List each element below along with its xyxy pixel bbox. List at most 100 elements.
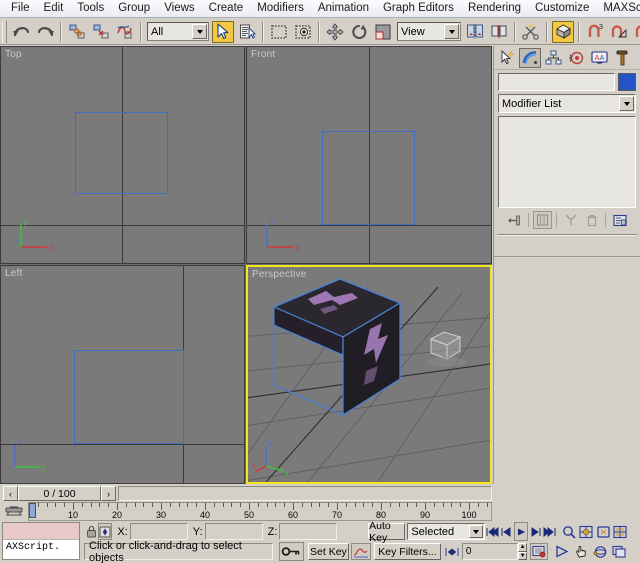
menu-item-modifiers[interactable]: Modifiers [250, 0, 311, 17]
configure-modifier-sets-icon[interactable] [610, 211, 629, 229]
select-and-rotate-icon[interactable] [348, 21, 370, 43]
remove-modifier-icon[interactable] [582, 211, 601, 229]
zoom-extents-icon[interactable] [595, 522, 612, 541]
make-unique-icon[interactable] [561, 211, 580, 229]
menu-item-edit[interactable]: Edit [37, 0, 71, 17]
mirror-icon[interactable] [464, 21, 486, 43]
coordinate-system-dropdown[interactable]: View [397, 22, 461, 41]
pin-stack-icon[interactable] [505, 211, 524, 229]
previous-frame-button[interactable] [500, 522, 514, 541]
maxscript-mini-listener[interactable]: AXScript. [2, 522, 80, 560]
toolbar-grip[interactable] [2, 21, 7, 43]
cmd-tab-display[interactable]: A A [588, 48, 610, 68]
window-crossing-icon[interactable] [292, 21, 314, 43]
field-of-view-icon[interactable] [553, 542, 572, 561]
ruler-tick [390, 503, 391, 507]
current-frame-field[interactable]: 0 [462, 543, 518, 560]
arc-rotate-icon[interactable] [591, 542, 610, 561]
open-mini-curve-editor-icon[interactable] [0, 502, 28, 521]
selection-filter-dropdown[interactable]: All [147, 22, 209, 41]
listener-output-row[interactable]: AXScript. [3, 540, 79, 559]
key-mode-filter-dropdown[interactable]: Selected [407, 523, 485, 540]
modifier-list-dropdown[interactable]: Modifier List [498, 94, 636, 113]
cmd-tab-hierarchy[interactable] [542, 48, 564, 68]
select-and-move-icon[interactable] [324, 21, 346, 43]
time-slider-prev-button[interactable]: ‹ [3, 486, 18, 501]
angle-snap-toggle-icon[interactable] [608, 21, 630, 43]
viewport-front[interactable]: Front z x [246, 46, 492, 264]
current-frame-spinner[interactable]: ▲▼ [518, 543, 527, 560]
modifier-stack-list[interactable] [498, 116, 636, 208]
time-slider-next-button[interactable]: › [101, 486, 116, 501]
auto-key-button[interactable]: Auto Key [368, 523, 405, 540]
viewport-top[interactable]: Top y x z [0, 46, 245, 264]
menu-item-tools[interactable]: Tools [70, 0, 111, 17]
select-by-name-icon[interactable] [236, 21, 258, 43]
render-scene-icon[interactable] [552, 21, 574, 43]
select-and-link-icon[interactable] [66, 21, 88, 43]
listener-input-row[interactable] [3, 523, 79, 540]
menu-item-group[interactable]: Group [111, 0, 157, 17]
chevron-down-icon[interactable] [444, 24, 459, 39]
object-color-swatch[interactable] [618, 73, 636, 91]
undo-icon[interactable] [10, 21, 32, 43]
key-mode-toggle-button[interactable] [444, 542, 460, 561]
time-slider-track[interactable] [118, 486, 492, 501]
viewport-left[interactable]: Left z y [0, 265, 245, 484]
pan-view-icon[interactable] [572, 542, 591, 561]
snaps-toggle-icon[interactable]: 3 [584, 21, 606, 43]
menu-item-views[interactable]: Views [157, 0, 201, 17]
cmd-tab-modify[interactable] [519, 48, 541, 68]
track-bar-ruler[interactable]: 102030405060708090100 [28, 502, 492, 521]
cmd-tab-create[interactable] [496, 48, 518, 68]
cmd-tab-motion[interactable] [565, 48, 587, 68]
play-animation-button[interactable] [514, 522, 528, 541]
time-configuration-icon[interactable] [530, 543, 548, 560]
next-frame-button[interactable] [528, 522, 542, 541]
show-end-result-icon[interactable] [533, 211, 552, 229]
object-wireframe[interactable] [74, 350, 184, 444]
object-name-field[interactable] [498, 73, 615, 91]
zoom-extents-all-icon[interactable] [612, 522, 629, 541]
coord-x-field[interactable] [130, 523, 188, 540]
chevron-down-icon[interactable] [469, 525, 483, 538]
object-wireframe[interactable] [322, 131, 415, 225]
menu-item-create[interactable]: Create [202, 0, 251, 17]
key-toggle-icon[interactable] [279, 542, 304, 561]
rectangular-selection-region-icon[interactable] [268, 21, 290, 43]
bind-to-space-warp-icon[interactable] [114, 21, 136, 43]
viewport-perspective[interactable]: Perspective [246, 265, 492, 484]
lock-selection-icon[interactable] [84, 525, 98, 538]
named-selection-sets-icon[interactable] [520, 21, 542, 43]
menu-item-file[interactable]: File [4, 0, 37, 17]
set-key-button[interactable]: Set Key [308, 543, 350, 560]
percent-snap-toggle-icon[interactable]: % [632, 21, 640, 43]
align-icon[interactable] [488, 21, 510, 43]
viewport-left-label: Left [5, 268, 22, 279]
key-filters-button[interactable]: Key Filters... [374, 543, 441, 560]
coord-y-field[interactable] [205, 523, 263, 540]
zoom-icon[interactable] [560, 522, 577, 541]
select-object-icon[interactable] [212, 21, 234, 43]
set-key-mode-toggle-icon[interactable] [351, 543, 371, 560]
ruler-tick [346, 503, 347, 507]
chevron-down-icon[interactable] [192, 24, 207, 39]
absolute-relative-transform-icon[interactable] [98, 523, 112, 540]
time-slider-field[interactable]: 0 / 100 [18, 486, 101, 501]
go-to-start-button[interactable] [485, 522, 500, 541]
menu-item-customize[interactable]: Customize [528, 0, 596, 17]
maximize-viewport-toggle-icon[interactable] [610, 542, 629, 561]
go-to-end-button[interactable] [542, 522, 557, 541]
menu-item-maxscript[interactable]: MAXScript [596, 0, 640, 17]
object-wireframe[interactable] [75, 112, 168, 194]
menu-item-animation[interactable]: Animation [311, 0, 376, 17]
redo-icon[interactable] [34, 21, 56, 43]
chevron-down-icon[interactable] [619, 96, 634, 111]
coord-z-field[interactable] [279, 523, 337, 540]
zoom-all-icon[interactable] [577, 522, 594, 541]
unlink-selection-icon[interactable] [90, 21, 112, 43]
menu-item-graph-editors[interactable]: Graph Editors [376, 0, 461, 17]
select-and-scale-icon[interactable] [372, 21, 394, 43]
menu-item-rendering[interactable]: Rendering [461, 0, 528, 17]
cmd-tab-utilities[interactable] [611, 48, 633, 68]
